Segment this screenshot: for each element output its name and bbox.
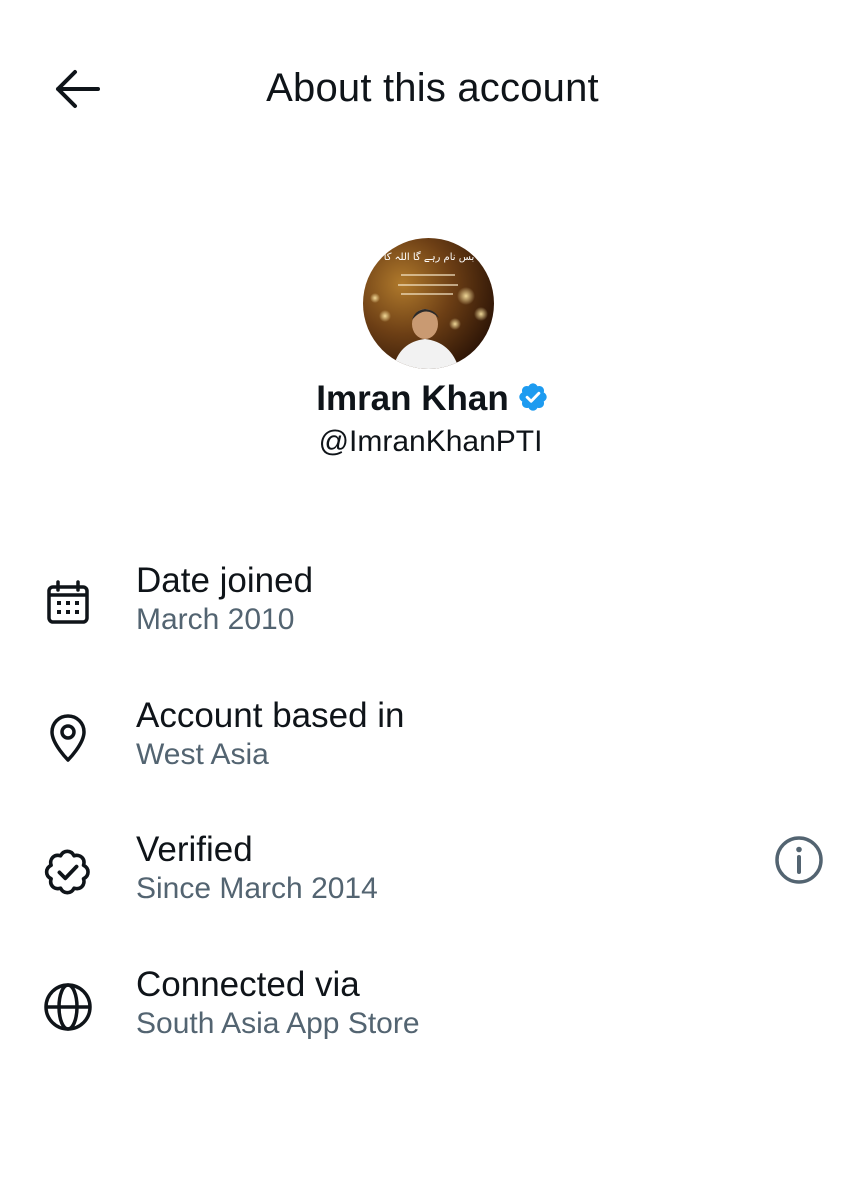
avatar[interactable]: بس نام رہے گا اللہ کا (363, 238, 494, 369)
profile-summary: بس نام رہے گا اللہ کا Imran Khan @ImranK… (0, 238, 857, 459)
verified-label: Verified (136, 830, 253, 869)
info-text: Verified Since March 2014 (136, 830, 378, 908)
info-text: Date joined March 2010 (136, 561, 313, 639)
info-item-verified: Verified Since March 2014 (0, 824, 857, 959)
connected-label: Connected via (136, 964, 360, 1004)
account-info-list: Date joined March 2010 Account based in … (0, 555, 857, 1093)
calendar-icon (38, 573, 98, 633)
date-joined-label: Date joined (136, 561, 314, 600)
name-row: Imran Khan (0, 379, 857, 419)
display-name: Imran Khan (316, 379, 509, 418)
account-handle: @ImranKhanPTI (318, 425, 543, 458)
verified-badge-icon[interactable] (517, 381, 549, 418)
info-item-date-joined: Date joined March 2010 (0, 555, 857, 690)
top-app-bar: About this account (0, 0, 857, 180)
info-button[interactable] (771, 834, 827, 890)
avatar-calligraphy: بس نام رہے گا اللہ کا (384, 251, 475, 263)
info-text: Connected via South Asia App Store (136, 965, 420, 1043)
info-item-connected: Connected via South Asia App Store (0, 959, 857, 1094)
info-icon (773, 834, 825, 891)
location-label: Account based in (136, 695, 405, 735)
location-pin-icon (38, 708, 98, 768)
verified-seal-icon (38, 842, 98, 902)
info-text: Account based in West Asia (136, 696, 405, 774)
date-joined-value: March 2010 (136, 603, 295, 636)
connected-value: South Asia App Store (136, 1006, 420, 1040)
globe-icon (38, 977, 98, 1037)
page-title: About this account (266, 66, 599, 110)
info-item-location: Account based in West Asia (0, 690, 857, 825)
location-value: West Asia (136, 737, 269, 771)
verified-value: Since March 2014 (136, 872, 378, 905)
